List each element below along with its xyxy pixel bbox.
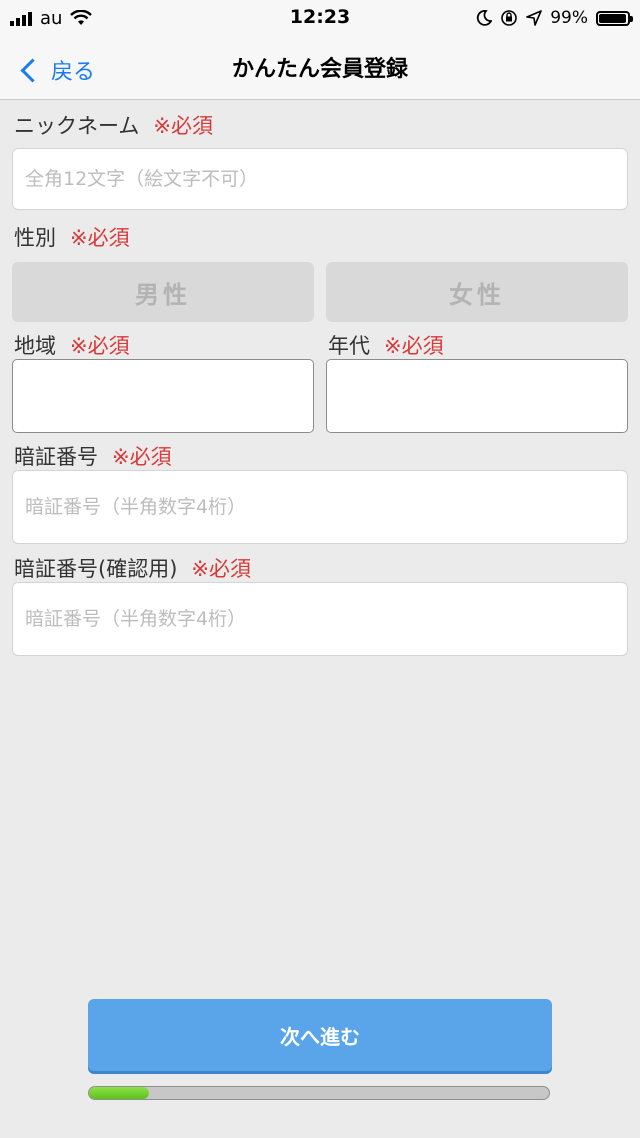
gender-male-button[interactable]: 男性 <box>12 262 314 322</box>
nickname-label-text: ニックネーム <box>14 114 140 138</box>
battery-percent: 99% <box>550 8 588 28</box>
age-select[interactable] <box>326 359 628 433</box>
pin-label: 暗証番号 ※必須 <box>14 441 172 471</box>
required-mark: ※必須 <box>153 114 213 138</box>
location-icon <box>526 10 543 26</box>
required-mark: ※必須 <box>191 557 251 581</box>
pin-input[interactable] <box>12 470 628 544</box>
next-button[interactable]: 次へ進む <box>88 999 552 1071</box>
pin-label-text: 暗証番号 <box>14 445 98 469</box>
orientation-lock-icon <box>501 10 518 26</box>
required-mark: ※必須 <box>70 226 130 250</box>
age-label: 年代 ※必須 <box>328 330 444 360</box>
gender-female-button[interactable]: 女性 <box>326 262 628 322</box>
required-mark: ※必須 <box>384 334 444 358</box>
region-select[interactable] <box>12 359 314 433</box>
status-bar: au 12:23 99% <box>0 0 640 40</box>
pin-confirm-input[interactable] <box>12 582 628 656</box>
region-label: 地域 ※必須 <box>14 330 130 360</box>
battery-icon <box>596 10 633 26</box>
page-title: かんたん会員登録 <box>231 57 408 82</box>
status-right: 99% <box>476 6 633 30</box>
progress-fill <box>89 1087 149 1099</box>
pin-confirm-label: 暗証番号(確認用) ※必須 <box>14 553 251 583</box>
nickname-label: ニックネーム ※必須 <box>14 110 213 140</box>
required-mark: ※必須 <box>112 445 172 469</box>
region-label-text: 地域 <box>14 334 56 358</box>
age-label-text: 年代 <box>328 334 370 358</box>
nav-bar: 戻る かんたん会員登録 <box>0 40 640 100</box>
progress-bar <box>88 1086 550 1100</box>
nickname-input[interactable] <box>12 148 628 210</box>
pin-confirm-label-text: 暗証番号(確認用) <box>14 557 178 581</box>
gender-label-text: 性別 <box>14 226 56 250</box>
battery-level <box>599 13 626 23</box>
moon-icon <box>477 10 493 26</box>
required-mark: ※必須 <box>70 334 130 358</box>
gender-label: 性別 ※必須 <box>14 222 130 252</box>
